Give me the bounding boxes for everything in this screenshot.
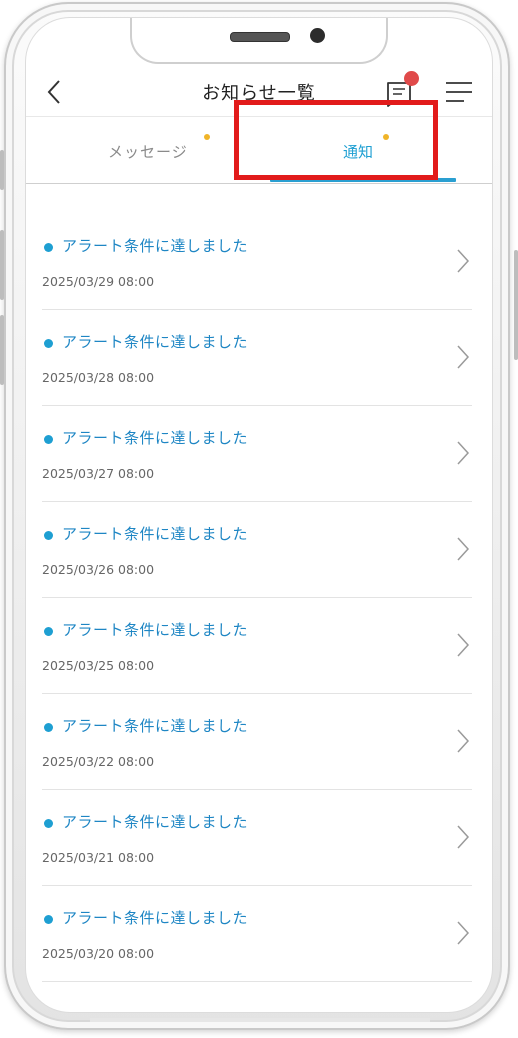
list-item[interactable]: アラート条件に達しました 2025/03/20 08:00 — [42, 886, 472, 982]
notification-date: 2025/03/20 08:00 — [42, 946, 155, 961]
phone-side-button — [514, 250, 518, 360]
tab-messages[interactable]: メッセージ — [26, 117, 259, 185]
list-item[interactable]: アラート条件に達しました 2025/03/29 08:00 — [42, 214, 472, 310]
notification-title: アラート条件に達しました — [62, 429, 249, 447]
unread-indicator — [44, 723, 53, 732]
phone-side-button — [0, 150, 4, 190]
bottom-edge-strip — [90, 1018, 430, 1022]
chevron-right-icon — [457, 537, 470, 561]
unread-indicator — [44, 819, 53, 828]
unread-indicator — [44, 531, 53, 540]
chevron-right-icon — [457, 729, 470, 753]
notification-title: アラート条件に達しました — [62, 525, 249, 543]
notification-title: アラート条件に達しました — [62, 717, 249, 735]
highlight-annotation-box — [234, 100, 438, 180]
tab-messages-label: メッセージ — [108, 143, 188, 161]
notification-list: アラート条件に達しました 2025/03/29 08:00 アラート条件に達しま… — [42, 214, 472, 982]
notification-date: 2025/03/25 08:00 — [42, 658, 155, 673]
phone-side-button — [0, 315, 4, 385]
chevron-right-icon — [457, 921, 470, 945]
phone-side-button — [0, 230, 4, 300]
unread-indicator — [44, 339, 53, 348]
notification-date: 2025/03/27 08:00 — [42, 466, 155, 481]
unread-dot — [204, 134, 210, 140]
unread-indicator — [44, 627, 53, 636]
chevron-right-icon — [457, 249, 470, 273]
menu-button[interactable] — [444, 80, 474, 104]
notification-title: アラート条件に達しました — [62, 813, 249, 831]
speaker-grille — [230, 32, 290, 42]
notification-badge — [404, 71, 419, 86]
list-item[interactable]: アラート条件に達しました 2025/03/28 08:00 — [42, 310, 472, 406]
list-item[interactable]: アラート条件に達しました 2025/03/22 08:00 — [42, 694, 472, 790]
list-item[interactable]: アラート条件に達しました 2025/03/21 08:00 — [42, 790, 472, 886]
chevron-right-icon — [457, 345, 470, 369]
notification-title: アラート条件に達しました — [62, 237, 249, 255]
unread-indicator — [44, 435, 53, 444]
list-item[interactable]: アラート条件に達しました 2025/03/26 08:00 — [42, 502, 472, 598]
hamburger-menu-icon — [446, 82, 472, 102]
list-item[interactable]: アラート条件に達しました 2025/03/27 08:00 — [42, 406, 472, 502]
notification-date: 2025/03/21 08:00 — [42, 850, 155, 865]
notification-title: アラート条件に達しました — [62, 333, 249, 351]
list-item[interactable]: アラート条件に達しました 2025/03/25 08:00 — [42, 598, 472, 694]
notification-title: アラート条件に達しました — [62, 621, 249, 639]
chevron-right-icon — [457, 825, 470, 849]
notification-date: 2025/03/22 08:00 — [42, 754, 155, 769]
notification-date: 2025/03/29 08:00 — [42, 274, 155, 289]
front-camera — [310, 28, 325, 43]
chevron-right-icon — [457, 633, 470, 657]
unread-indicator — [44, 243, 53, 252]
notification-title: アラート条件に達しました — [62, 909, 249, 927]
notification-date: 2025/03/28 08:00 — [42, 370, 155, 385]
unread-indicator — [44, 915, 53, 924]
phone-notch — [130, 18, 388, 64]
notification-date: 2025/03/26 08:00 — [42, 562, 155, 577]
chevron-right-icon — [457, 441, 470, 465]
